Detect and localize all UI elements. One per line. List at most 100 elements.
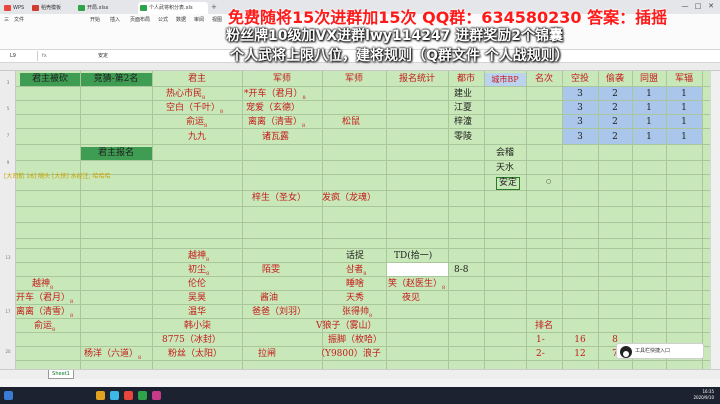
grid-line xyxy=(80,71,81,369)
folder-icon[interactable] xyxy=(96,391,105,400)
tab-score-sheet[interactable]: 个人武将积分表.xls xyxy=(138,2,208,14)
tab-kaiju-xlsx[interactable]: 开局.xlsx xyxy=(76,2,136,14)
header-lord-cut: 君主被砍 xyxy=(31,74,68,84)
adviser-cell: 离离（清雪）8 xyxy=(248,117,306,129)
sheet-tab-bar: Sheet1 xyxy=(0,369,720,379)
clock[interactable]: 16:35 2020/9/10 xyxy=(693,389,714,401)
grid-line xyxy=(16,144,710,145)
fx-icon[interactable]: fx xyxy=(42,51,47,61)
adviser-cell: 酱油 xyxy=(260,293,279,303)
header-city: 都市 xyxy=(456,74,475,84)
minimize-button[interactable]: — xyxy=(680,1,690,12)
adviser2-cell: 松鼠 xyxy=(342,117,361,127)
grid-line xyxy=(484,71,485,369)
rank-label: 排名 xyxy=(534,321,553,331)
adviser-cell: 诸瓦露 xyxy=(262,132,290,142)
lord-cell: 伦伦 xyxy=(188,279,207,289)
city-cell: 天水 xyxy=(496,163,515,173)
grid-line xyxy=(242,71,243,369)
row-number: 13 xyxy=(5,255,11,260)
ribbon-tab-home[interactable]: 开始 xyxy=(90,16,100,23)
rank-cell: 1- xyxy=(536,335,545,345)
spreadsheet-grid[interactable]: 君主被砍 竞猜-第2名 君主 军师 军师 报名统计 都市 城市BP 名次 空投 … xyxy=(16,71,710,369)
spreadsheet-icon[interactable] xyxy=(138,391,147,400)
grid-line xyxy=(152,71,153,369)
score-cell: 8-8 xyxy=(454,265,469,275)
maximize-button[interactable]: □ xyxy=(693,1,703,12)
row-number: 5 xyxy=(6,106,10,111)
adviser2-cell: 天秀 xyxy=(346,293,365,303)
adviser-cell: 宠爱（玄德） xyxy=(246,103,301,113)
row-header: 3 5 7 9 13 17 20 xyxy=(0,71,16,369)
ribbon-tab-page-layout[interactable]: 页面布局 xyxy=(130,16,150,23)
status-bar xyxy=(0,379,720,387)
sheet-tab-sheet1[interactable]: Sheet1 xyxy=(48,370,74,379)
adviser2-cell: 发疯（龙魂） xyxy=(322,193,377,203)
alliance-value: 1 xyxy=(646,117,652,127)
ribbon-tab-review[interactable]: 审阅 xyxy=(194,16,204,23)
adviser-cell: 梓生（圣女） xyxy=(252,193,307,203)
new-tab-button[interactable]: + xyxy=(211,2,217,12)
adviser2-cell: （Y9800）浪子 xyxy=(316,349,381,359)
wps-icon[interactable] xyxy=(124,391,133,400)
grid-line xyxy=(386,71,387,369)
template-icon xyxy=(32,5,39,11)
rank-score: 12 xyxy=(574,349,586,359)
adviser2-cell: V狼子（雾山） xyxy=(316,321,377,331)
header-rank: 名次 xyxy=(534,74,553,84)
grid-line xyxy=(16,174,710,175)
raid-value: 2 xyxy=(612,103,618,113)
airdrop-value: 3 xyxy=(577,89,583,99)
adviser-cell: 爸爸（刘羽） xyxy=(252,307,307,317)
adviser-cell: *开车（君月）8 xyxy=(244,89,306,101)
ribbon-tab-data[interactable]: 数据 xyxy=(176,16,186,23)
penguin-icon xyxy=(620,346,632,358)
header-alliance: 同盟 xyxy=(639,74,658,84)
header-lord: 君主 xyxy=(187,74,206,84)
adviser-cell: 拉闸 xyxy=(258,349,277,359)
app-icon[interactable] xyxy=(152,391,161,400)
name-box[interactable]: L9 xyxy=(0,51,38,61)
white-cell xyxy=(386,263,448,276)
city-cell: 江夏 xyxy=(454,103,473,113)
army-value: 1 xyxy=(681,103,687,113)
vertical-scrollbar[interactable] xyxy=(710,71,720,369)
stats-cell: 夜见 xyxy=(402,293,421,303)
tab-templates[interactable]: 稻壳模板 xyxy=(30,2,74,14)
ribbon-tab-view[interactable]: 视图 xyxy=(212,16,222,23)
header-airdrop: 空投 xyxy=(570,74,589,84)
wps-icon xyxy=(4,5,11,11)
chat-overlay-line: [大司航 16] 随头 [大侠] 水经注, 哈哈哈 xyxy=(4,173,111,180)
menu-button[interactable]: 三 xyxy=(4,16,9,23)
city-cell: 建业 xyxy=(454,89,473,99)
close-button[interactable]: ✕ xyxy=(706,1,716,12)
tab-wps[interactable]: WPS xyxy=(2,2,26,14)
row-number: 7 xyxy=(6,133,10,138)
airdrop-value: 3 xyxy=(577,117,583,127)
row-number: 17 xyxy=(5,309,11,314)
ribbon-tab-insert[interactable]: 插入 xyxy=(110,16,120,23)
selected-cell[interactable]: 安定 xyxy=(496,177,521,190)
header-guess: 竞猜-第2名 xyxy=(93,74,139,84)
rank-score: 16 xyxy=(574,335,586,345)
browser-icon[interactable] xyxy=(110,391,119,400)
formula-input[interactable]: 安定 xyxy=(98,51,108,61)
airdrop-value: 3 xyxy=(577,132,583,142)
army-value: 1 xyxy=(681,132,687,142)
overlay-line-2: 粉丝牌10级加VX进群lwy114247 进群奖励2个锦囊 xyxy=(226,28,564,44)
raid-value: 2 xyxy=(612,89,618,99)
start-icon[interactable] xyxy=(4,391,13,400)
lord-cell: 吴昊 xyxy=(188,293,207,303)
grid-line xyxy=(16,160,710,161)
ribbon-tab-file[interactable]: 文件 xyxy=(14,16,24,23)
name-cell: 杨洋（六道）8 xyxy=(84,349,142,361)
city-cell: 梓潼 xyxy=(454,117,473,127)
row-number: 9 xyxy=(6,160,10,165)
name-cell: 离离（清雪）8 xyxy=(16,307,74,319)
lord-cell: 初尘8 xyxy=(188,265,210,277)
qq-popup[interactable]: 工具栏快捷入口 xyxy=(616,343,704,359)
adviser2-cell: 振脚（枚哈） xyxy=(328,335,383,345)
ribbon-tab-formulas[interactable]: 公式 xyxy=(158,16,168,23)
grid-line xyxy=(16,222,710,223)
name-cell: 俞运8 xyxy=(34,321,56,333)
